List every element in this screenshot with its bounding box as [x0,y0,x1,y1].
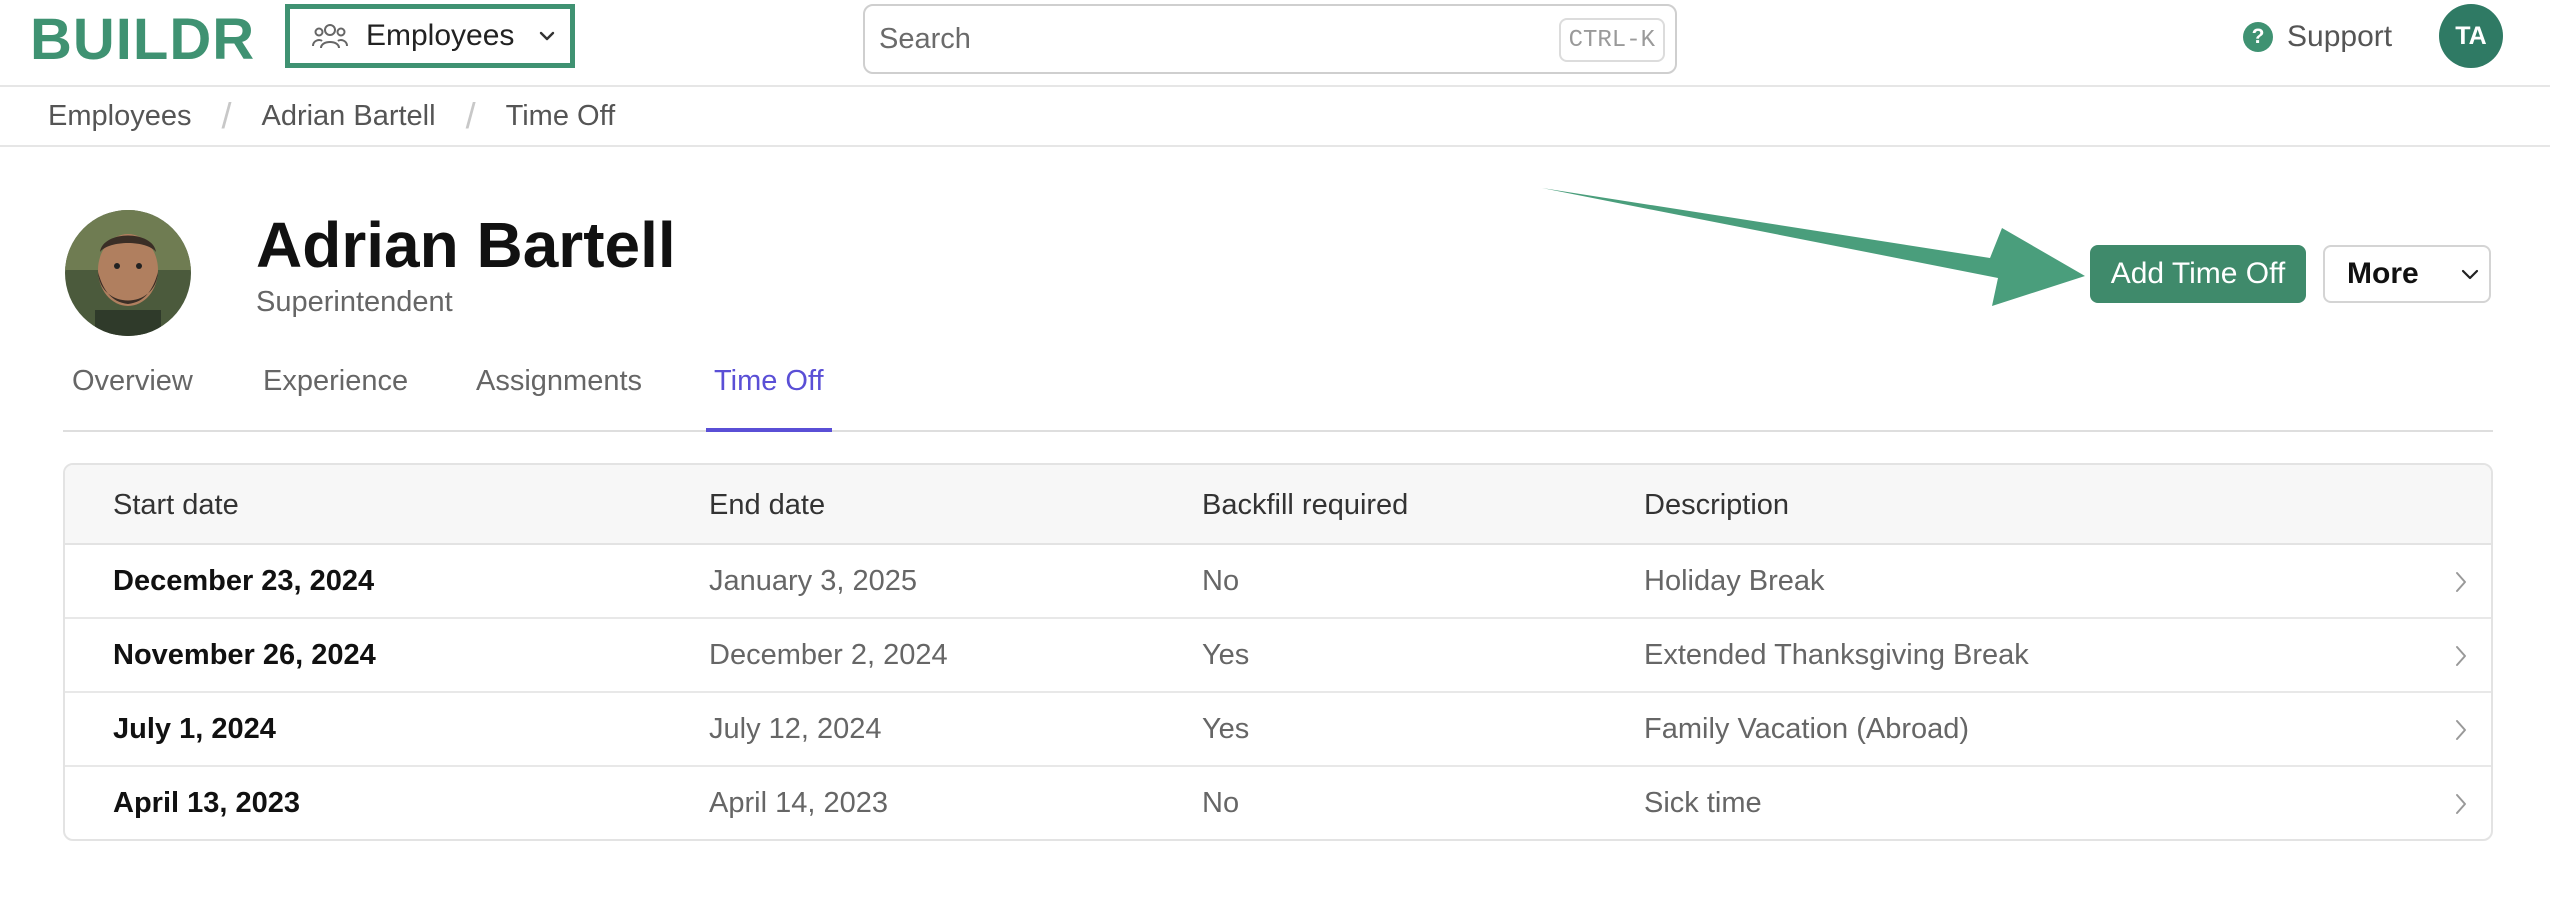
employee-role: Superintendent [256,286,453,318]
table-row[interactable]: December 23, 2024 January 3, 2025 No Hol… [65,545,2491,619]
time-off-table: Start date End date Backfill required De… [63,463,2493,841]
table-row[interactable]: November 26, 2024 December 2, 2024 Yes E… [65,619,2491,693]
chevron-down-icon [2461,269,2478,280]
chevron-down-icon [540,31,555,41]
cell-backfill: Yes [1202,713,1250,745]
chevron-right-icon[interactable] [2450,717,2472,743]
breadcrumb-separator: / [221,95,232,136]
annotation-arrow [1542,188,2085,306]
cell-end-date: January 3, 2025 [709,565,917,597]
cell-description: Sick time [1644,787,1762,819]
breadcrumb-employees[interactable]: Employees [48,100,191,133]
cell-description: Family Vacation (Abroad) [1644,713,1970,745]
search-input[interactable] [879,22,1559,56]
column-header-start-date[interactable]: Start date [113,489,239,522]
tab-experience[interactable]: Experience [263,365,408,432]
support-link[interactable]: ? Support [2243,20,2392,54]
more-button-label: More [2347,257,2419,290]
column-header-end-date[interactable]: End date [709,489,825,522]
table-row[interactable]: April 13, 2023 April 14, 2023 No Sick ti… [65,767,2491,839]
chevron-right-icon[interactable] [2450,569,2472,595]
add-time-off-button[interactable]: Add Time Off [2090,245,2306,303]
chevron-right-icon[interactable] [2450,791,2472,817]
employee-name: Adrian Bartell [256,209,676,281]
table-header: Start date End date Backfill required De… [65,465,2491,545]
cell-backfill: Yes [1202,639,1250,671]
cell-end-date: April 14, 2023 [709,787,888,819]
search-box[interactable]: CTRL-K [863,4,1677,74]
breadcrumb-employee[interactable]: Adrian Bartell [261,100,435,133]
user-avatar[interactable]: TA [2439,4,2503,68]
profile-tabs: Overview Experience Assignments Time Off [63,345,2493,432]
cell-start-date: December 23, 2024 [113,565,375,597]
breadcrumb-current: Time Off [505,99,616,132]
cell-backfill: No [1202,565,1240,597]
more-button[interactable]: More [2323,245,2491,303]
cell-start-date: November 26, 2024 [113,639,376,671]
tab-assignments[interactable]: Assignments [476,365,642,432]
app-logo[interactable]: BUILDR [30,10,255,70]
cell-end-date: December 2, 2024 [709,639,948,671]
help-circle-icon: ? [2243,22,2273,52]
people-icon [312,24,348,49]
top-bar: BUILDR Employees CTRL-K ? Support TA [0,0,2550,87]
cell-start-date: July 1, 2024 [113,713,276,745]
breadcrumb: Employees / Adrian Bartell / Time Off [0,87,2550,147]
breadcrumb-separator: / [465,95,476,136]
employee-photo [65,210,191,336]
module-switcher[interactable]: Employees [285,4,575,68]
cell-description: Holiday Break [1644,565,1825,597]
tab-overview[interactable]: Overview [72,365,193,432]
cell-start-date: April 13, 2023 [113,787,300,819]
support-label: Support [2287,20,2393,53]
module-switcher-label: Employees [366,19,515,52]
column-header-backfill[interactable]: Backfill required [1202,489,1408,522]
cell-description: Extended Thanksgiving Break [1644,639,2029,671]
cell-end-date: July 12, 2024 [709,713,882,745]
chevron-right-icon[interactable] [2450,643,2472,669]
cell-backfill: No [1202,787,1240,819]
search-shortcut-badge: CTRL-K [1558,18,1665,62]
column-header-description[interactable]: Description [1644,489,1789,522]
table-row[interactable]: July 1, 2024 July 12, 2024 Yes Family Va… [65,693,2491,767]
tab-time-off[interactable]: Time Off [706,365,832,432]
